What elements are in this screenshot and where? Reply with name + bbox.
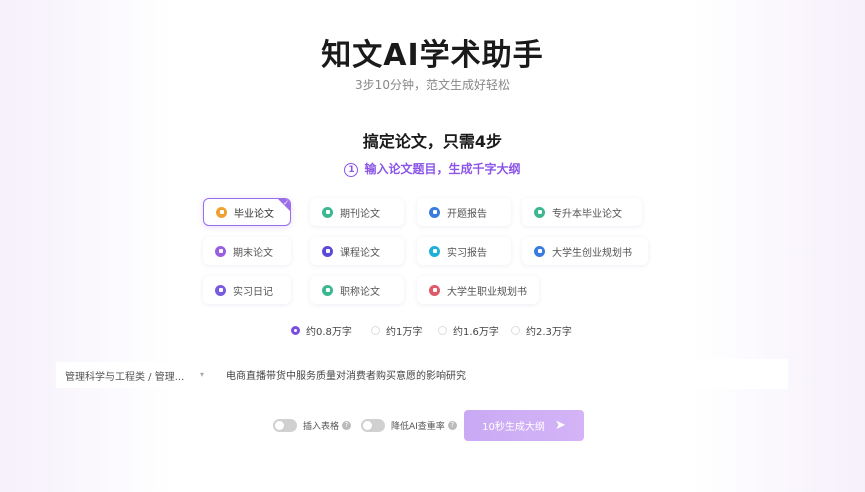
radio-icon[interactable]: [291, 326, 300, 335]
word-count-option[interactable]: 约1万字: [371, 323, 422, 338]
word-count-label: 约1万字: [386, 327, 423, 338]
step-hint-text: 输入论文题目，生成千字大纲: [364, 162, 521, 176]
reduce-ai-label: 降低AI查重率: [391, 422, 445, 432]
paper-type-option[interactable]: 实习报告: [417, 237, 511, 265]
diary-icon: [215, 284, 226, 296]
paper-type-label: 职称论文: [340, 286, 380, 298]
app-subtitle: 3步10分钟，范文生成好轻松: [355, 78, 510, 92]
paper-type-label: 实习日记: [233, 286, 273, 298]
major-select[interactable]: 管理科学与工程类 / 管理... ▾: [56, 362, 210, 388]
report-icon: [429, 206, 440, 218]
generate-button-label: 10秒生成大纲: [482, 422, 545, 433]
help-icon[interactable]: ?: [342, 421, 352, 430]
paper-type-option[interactable]: 期末论文: [203, 237, 291, 265]
paper-type-option[interactable]: 大学生职业规划书: [417, 276, 539, 304]
step-number-badge: 1: [344, 162, 359, 177]
upgrade-icon: [534, 206, 545, 218]
paper-type-label: 大学生创业规划书: [552, 247, 632, 259]
major-select-value: 管理科学与工程类 / 管理...: [65, 371, 185, 383]
help-icon[interactable]: ?: [447, 421, 457, 430]
paper-type-label: 期末论文: [233, 247, 273, 259]
topic-input[interactable]: [220, 359, 788, 389]
journal-icon: [322, 206, 333, 218]
paper-type-label: 开题报告: [447, 208, 487, 220]
reduce-ai-toggle[interactable]: 降低AI查重率 ?: [361, 419, 457, 432]
insert-table-switch[interactable]: [273, 419, 297, 432]
paper-type-label: 毕业论文: [234, 208, 274, 220]
internship-icon: [429, 245, 440, 257]
startup-icon: [534, 245, 545, 257]
paper-type-label: 课程论文: [340, 247, 380, 259]
graduation-icon: [216, 206, 227, 218]
paper-type-option[interactable]: 实习日记: [203, 276, 291, 304]
word-count-label: 约2.3万字: [526, 327, 572, 338]
chevron-down-icon: ▾: [199, 370, 204, 379]
exam-icon: [215, 245, 226, 257]
paper-type-option[interactable]: 毕业论文 ✓: [203, 198, 291, 226]
insert-table-toggle[interactable]: 插入表格 ?: [273, 419, 352, 432]
paper-type-option[interactable]: 职称论文: [310, 276, 404, 304]
paper-type-label: 专升本毕业论文: [552, 208, 622, 220]
radio-icon[interactable]: [371, 326, 380, 335]
paper-type-label: 期刊论文: [340, 208, 380, 220]
reduce-ai-switch[interactable]: [361, 419, 385, 432]
word-count-option[interactable]: 约2.3万字: [511, 323, 572, 338]
title-icon: [322, 284, 333, 296]
check-icon: ✓: [283, 199, 289, 207]
send-icon: ➤: [554, 418, 566, 433]
steps-title: 搞定论文，只需4步: [362, 132, 503, 151]
radio-icon[interactable]: [438, 326, 447, 335]
paper-type-option[interactable]: 大学生创业规划书: [522, 237, 648, 265]
generate-outline-button[interactable]: 10秒生成大纲 ➤: [464, 410, 584, 441]
word-count-label: 约1.6万字: [453, 327, 499, 338]
course-icon: [322, 245, 333, 257]
word-count-option[interactable]: 约0.8万字: [291, 323, 352, 338]
paper-type-option[interactable]: 开题报告: [417, 198, 511, 226]
paper-type-option[interactable]: 期刊论文: [310, 198, 404, 226]
insert-table-label: 插入表格: [303, 422, 340, 432]
career-icon: [429, 284, 440, 296]
radio-icon[interactable]: [511, 326, 520, 335]
paper-type-option[interactable]: 专升本毕业论文: [522, 198, 642, 226]
paper-type-option[interactable]: 课程论文: [310, 237, 404, 265]
word-count-option[interactable]: 约1.6万字: [438, 323, 499, 338]
word-count-label: 约0.8万字: [306, 327, 352, 338]
step-hint: 1 输入论文题目，生成千字大纲: [0, 160, 865, 177]
paper-type-label: 大学生职业规划书: [447, 286, 527, 298]
paper-type-label: 实习报告: [447, 247, 487, 259]
app-title: 知文AI学术助手: [321, 38, 544, 73]
